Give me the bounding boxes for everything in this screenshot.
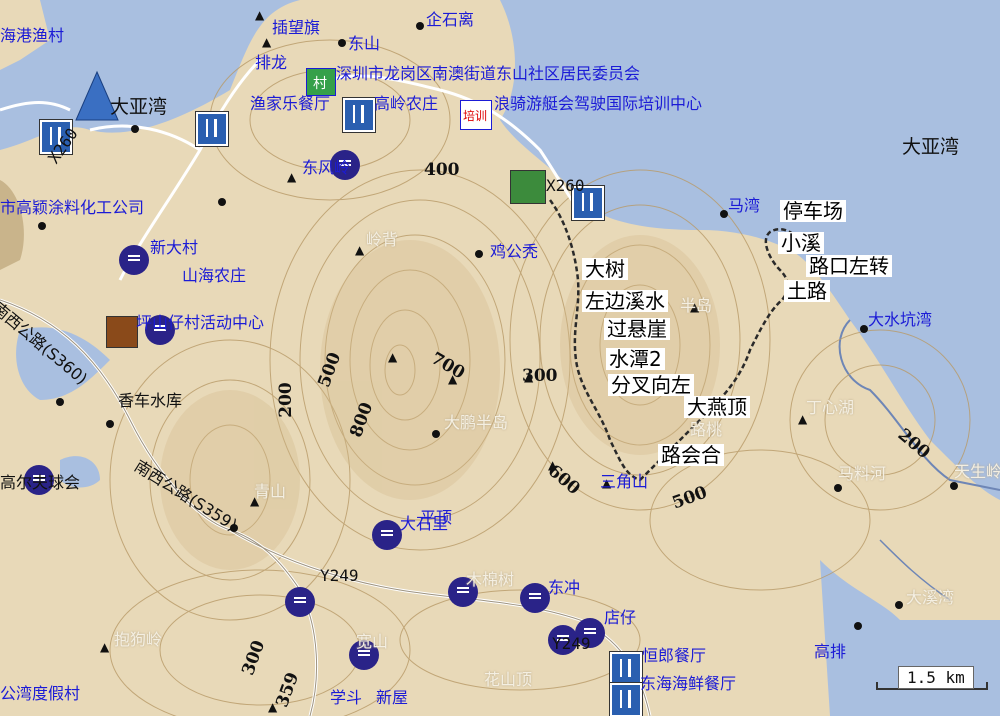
route-note[interactable]: 大树 bbox=[582, 258, 628, 280]
point-marker bbox=[854, 622, 862, 630]
contour-label: 300 bbox=[522, 366, 558, 386]
peak-icon: ▲ bbox=[100, 640, 110, 654]
route-note[interactable]: 过悬崖 bbox=[604, 318, 670, 340]
training-badge[interactable]: 培训 bbox=[460, 100, 492, 130]
point-marker bbox=[860, 325, 868, 333]
place-label[interactable]: 东冲 bbox=[548, 580, 580, 596]
route-note[interactable]: 停车场 bbox=[780, 200, 846, 222]
poi-marker[interactable] bbox=[520, 583, 550, 613]
village-badge[interactable]: 村 bbox=[306, 68, 336, 96]
place-label[interactable]: 大水坑湾 bbox=[868, 312, 932, 328]
place-label[interactable]: 新屋 bbox=[376, 690, 408, 706]
place-label[interactable]: 渔家乐餐厅 bbox=[250, 96, 330, 112]
place-label[interactable]: 公湾度假村 bbox=[0, 686, 80, 702]
place-label[interactable]: 青山 bbox=[254, 484, 286, 500]
training-badge-label: 培训 bbox=[463, 109, 488, 123]
point-marker bbox=[895, 601, 903, 609]
restaurant-icon[interactable] bbox=[196, 112, 228, 146]
place-label[interactable]: 高尔夫球会 bbox=[0, 475, 80, 491]
place-label[interactable]: 市高颖涂料化工公司 bbox=[0, 200, 144, 216]
point-marker bbox=[416, 22, 424, 30]
place-label[interactable]: 大亚湾 bbox=[110, 98, 167, 117]
place-label[interactable]: 宽山 bbox=[356, 634, 388, 650]
route-note[interactable]: 分叉向左 bbox=[608, 374, 694, 396]
route-note[interactable]: 土路 bbox=[784, 280, 830, 302]
place-label[interactable]: 马料河 bbox=[838, 466, 886, 482]
peak-icon: ▲ bbox=[255, 8, 265, 22]
route-note[interactable]: 大燕顶 bbox=[684, 396, 750, 418]
place-label[interactable]: 高岭农庄 bbox=[374, 96, 438, 112]
place-label[interactable]: 丁心湖 bbox=[806, 400, 854, 416]
poi-marker[interactable] bbox=[119, 245, 149, 275]
place-label[interactable]: 浪骑游艇会驾驶国际培训中心 bbox=[494, 96, 702, 112]
place-label[interactable]: 深圳市龙岗区南澳街道东山社区居民委员会 bbox=[336, 66, 640, 82]
point-marker bbox=[56, 398, 64, 406]
place-label[interactable]: 恒郎餐厅 bbox=[642, 648, 706, 664]
peak-icon: ▲ bbox=[262, 35, 272, 49]
place-label[interactable]: 大石里 bbox=[400, 516, 448, 532]
place-label[interactable]: 香车水库 bbox=[118, 393, 182, 409]
route-note[interactable]: 水潭2 bbox=[606, 348, 665, 370]
place-label[interactable]: 大鹏半岛 bbox=[444, 415, 508, 431]
point-marker bbox=[950, 482, 958, 490]
place-label[interactable]: 花山顶 bbox=[484, 672, 532, 688]
route-note[interactable]: 小溪 bbox=[778, 232, 824, 254]
point-marker bbox=[475, 250, 483, 258]
route-note[interactable]: 路会合 bbox=[658, 444, 724, 466]
restaurant-icon[interactable] bbox=[610, 683, 642, 716]
place-label[interactable]: 店仔 bbox=[604, 610, 636, 626]
map-canvas[interactable]: 培训 村 ▲ ▲ ▲ ▲ ▲ ▲ ▲ ▲ ▲ ▲ ▲ ▲ ▲ ▲ 海港渔村 企石… bbox=[0, 0, 1000, 716]
restaurant-icon[interactable] bbox=[610, 652, 642, 686]
place-label[interactable]: 新大村 bbox=[150, 240, 198, 256]
point-marker bbox=[131, 125, 139, 133]
scale-bar: 1.5 km bbox=[876, 660, 988, 694]
point-marker bbox=[338, 39, 346, 47]
place-label[interactable]: 鸡公秃 bbox=[490, 244, 538, 260]
peak-icon: ▲ bbox=[388, 350, 398, 364]
peak-icon: ▲ bbox=[355, 243, 365, 257]
point-marker bbox=[106, 420, 114, 428]
place-label[interactable]: 三角山 bbox=[600, 474, 648, 490]
scale-label: 1.5 km bbox=[898, 666, 974, 689]
place-label[interactable]: 东山 bbox=[348, 36, 380, 52]
place-label[interactable]: 岭背 bbox=[366, 232, 398, 248]
house-icon[interactable] bbox=[510, 170, 546, 204]
point-marker bbox=[432, 430, 440, 438]
place-label[interactable]: 东风岭 bbox=[302, 160, 350, 176]
point-marker bbox=[834, 484, 842, 492]
poi-marker[interactable] bbox=[285, 587, 315, 617]
point-marker bbox=[218, 198, 226, 206]
contour-label: 200 bbox=[275, 382, 296, 418]
poi-marker[interactable] bbox=[372, 520, 402, 550]
route-note[interactable]: 左边溪水 bbox=[582, 290, 668, 312]
place-label[interactable]: 半岛 bbox=[680, 298, 712, 314]
route-note[interactable]: 路口左转 bbox=[806, 255, 892, 277]
restaurant-icon[interactable] bbox=[343, 98, 375, 132]
place-label[interactable]: 排龙 bbox=[255, 55, 287, 71]
place-label[interactable]: 坪山仔村活动中心 bbox=[136, 315, 264, 331]
place-label[interactable]: 路桃 bbox=[690, 422, 722, 438]
place-label[interactable]: 大溪湾 bbox=[906, 590, 954, 606]
point-marker bbox=[720, 210, 728, 218]
place-label[interactable]: 海港渔村 bbox=[0, 28, 64, 44]
road-label[interactable]: Y249 bbox=[552, 636, 591, 652]
place-label[interactable]: 企石离 bbox=[426, 12, 474, 28]
peak-icon: ▲ bbox=[287, 170, 297, 184]
contour-label: 400 bbox=[424, 160, 460, 180]
road-label[interactable]: X260 bbox=[546, 178, 585, 194]
activity-icon[interactable] bbox=[106, 316, 138, 348]
point-marker bbox=[38, 222, 46, 230]
place-label[interactable]: 木棉树 bbox=[466, 572, 514, 588]
place-label[interactable]: 抱狗岭 bbox=[114, 632, 162, 648]
place-label[interactable]: 天生岭 bbox=[954, 464, 1000, 480]
village-badge-label: 村 bbox=[313, 76, 327, 92]
place-label[interactable]: 插望旗 bbox=[272, 20, 320, 36]
road-label[interactable]: Y249 bbox=[320, 568, 359, 584]
place-label[interactable]: 东海海鲜餐厅 bbox=[640, 676, 736, 692]
place-label[interactable]: 山海农庄 bbox=[182, 268, 246, 284]
place-label[interactable]: 高排 bbox=[814, 644, 846, 660]
place-label[interactable]: 学斗 bbox=[330, 690, 362, 706]
place-label[interactable]: 大亚湾 bbox=[902, 138, 959, 157]
place-label[interactable]: 马湾 bbox=[728, 198, 760, 214]
